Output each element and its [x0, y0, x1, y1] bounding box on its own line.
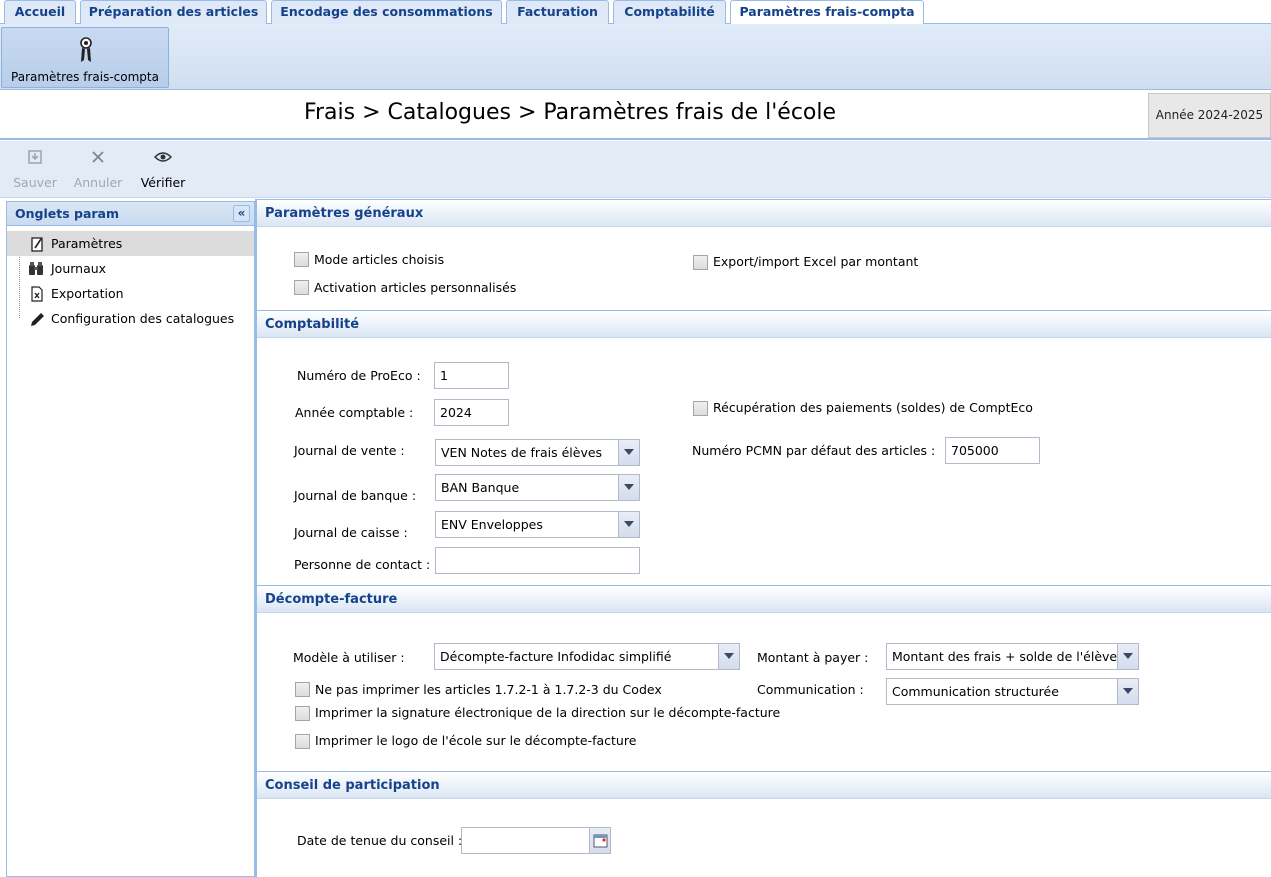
- onglets-param-panel: Onglets param « Paramètres Journaux Expo…: [6, 201, 255, 877]
- signature-electronique-checkbox[interactable]: [295, 706, 310, 721]
- mode-articles-checkbox[interactable]: [294, 252, 309, 267]
- recuperation-paiements-label: Récupération des paiements (soldes) de C…: [713, 400, 1033, 415]
- panel-header: Onglets param «: [7, 202, 254, 226]
- tree-item-parametres[interactable]: Paramètres: [7, 231, 254, 256]
- section-header-conseil: Conseil de participation: [257, 771, 1271, 799]
- verify-label: Vérifier: [140, 175, 186, 190]
- modele-value: Décompte-facture Infodidac simplifié: [440, 649, 672, 664]
- tree-item-label: Exportation: [51, 286, 124, 301]
- save-button[interactable]: Sauver: [10, 145, 60, 190]
- ribbon-button-label: Paramètres frais-compta: [11, 70, 159, 84]
- excel-export-icon: [31, 286, 43, 302]
- title-bar: Frais > Catalogues > Paramètres frais de…: [0, 91, 1271, 140]
- date-conseil-input[interactable]: [461, 827, 611, 854]
- montant-payer-select[interactable]: Montant des frais + solde de l'élève: [886, 643, 1139, 670]
- journal-banque-label: Journal de banque :: [294, 488, 417, 503]
- tab-accueil[interactable]: Accueil: [4, 0, 76, 24]
- annee-comptable-label: Année comptable :: [295, 405, 414, 420]
- activation-articles-label: Activation articles personnalisés: [314, 280, 517, 295]
- ne-pas-imprimer-label: Ne pas imprimer les articles 1.7.2-1 à 1…: [315, 682, 662, 697]
- tab-comptabilite[interactable]: Comptabilité: [613, 0, 726, 24]
- close-icon: [92, 151, 104, 163]
- proeco-input[interactable]: 1: [434, 362, 509, 389]
- tree-item-label: Paramètres: [51, 236, 123, 251]
- pcmn-input[interactable]: 705000: [945, 437, 1040, 464]
- ribbon: Paramètres frais-compta: [0, 24, 1271, 90]
- modele-label: Modèle à utiliser :: [293, 650, 405, 665]
- date-picker-button[interactable]: [589, 828, 610, 853]
- panel-title: Onglets param: [15, 206, 120, 221]
- logo-ecole-checkbox[interactable]: [295, 734, 310, 749]
- edit-document-icon: [31, 237, 43, 252]
- parametres-frais-compta-button[interactable]: Paramètres frais-compta: [1, 27, 169, 88]
- tab-preparation-articles[interactable]: Préparation des articles: [80, 0, 267, 24]
- tree-item-journaux[interactable]: Journaux: [7, 256, 254, 281]
- chevron-down-icon[interactable]: [1117, 644, 1138, 669]
- breadcrumb: Frais > Catalogues > Paramètres frais de…: [303, 100, 837, 125]
- calendar-icon: [593, 834, 608, 848]
- communication-select[interactable]: Communication structurée: [886, 678, 1139, 705]
- chevron-down-icon[interactable]: [618, 440, 639, 465]
- chevron-down-icon[interactable]: [618, 475, 639, 500]
- personne-contact-input[interactable]: [435, 547, 640, 574]
- journal-caisse-select[interactable]: ENV Enveloppes: [435, 511, 640, 538]
- double-chevron-left-icon: «: [237, 206, 246, 220]
- chevron-down-icon[interactable]: [618, 512, 639, 537]
- tab-bar: Accueil Préparation des articles Encodag…: [0, 0, 1271, 25]
- recuperation-paiements-checkbox[interactable]: [693, 401, 708, 416]
- journal-banque-select[interactable]: BAN Banque: [435, 474, 640, 501]
- main-form: Paramètres généraux Mode articles choisi…: [255, 199, 1271, 877]
- verify-button[interactable]: Vérifier: [138, 145, 188, 190]
- tree-item-configuration-catalogues[interactable]: Configuration des catalogues: [7, 306, 254, 331]
- journal-banque-value: BAN Banque: [441, 480, 520, 495]
- section-header-general: Paramètres généraux: [257, 199, 1271, 227]
- montant-payer-value: Montant des frais + solde de l'élève: [892, 649, 1118, 664]
- journal-caisse-value: ENV Enveloppes: [441, 517, 543, 532]
- tree-item-label: Configuration des catalogues: [51, 311, 235, 326]
- chevron-down-icon[interactable]: [1117, 679, 1138, 704]
- school-year-badge[interactable]: Année 2024-2025: [1148, 93, 1271, 138]
- cancel-label: Annuler: [73, 175, 123, 190]
- eye-icon: [154, 152, 172, 162]
- pcmn-label: Numéro PCMN par défaut des articles :: [692, 443, 936, 458]
- mode-articles-label: Mode articles choisis: [314, 252, 445, 267]
- tab-parametres-frais-compta[interactable]: Paramètres frais-compta: [730, 0, 924, 25]
- section-header-decompte: Décompte-facture: [257, 585, 1271, 613]
- proeco-label: Numéro de ProEco :: [297, 368, 421, 383]
- journal-vente-value: VEN Notes de frais élèves: [441, 445, 603, 460]
- settings-badge-icon: [80, 37, 92, 62]
- annee-comptable-input[interactable]: 2024: [434, 399, 509, 426]
- save-label: Sauver: [13, 175, 57, 190]
- binoculars-icon: [29, 262, 43, 275]
- journal-vente-select[interactable]: VEN Notes de frais élèves: [435, 439, 640, 466]
- logo-ecole-label: Imprimer le logo de l'école sur le décom…: [315, 733, 637, 748]
- section-header-comptabilite: Comptabilité: [257, 310, 1271, 338]
- date-conseil-label: Date de tenue du conseil :: [297, 833, 463, 848]
- toolbar: Sauver Annuler Vérifier: [0, 141, 1271, 198]
- signature-electronique-label: Imprimer la signature électronique de la…: [315, 705, 781, 720]
- export-excel-label: Export/import Excel par montant: [713, 254, 919, 269]
- ne-pas-imprimer-checkbox[interactable]: [295, 682, 310, 697]
- cancel-button[interactable]: Annuler: [70, 145, 126, 190]
- export-excel-checkbox[interactable]: [693, 255, 708, 270]
- tab-facturation[interactable]: Facturation: [506, 0, 609, 24]
- personne-contact-label: Personne de contact :: [294, 557, 431, 572]
- montant-payer-label: Montant à payer :: [757, 650, 869, 665]
- tab-encodage-consommations[interactable]: Encodage des consommations: [271, 0, 502, 24]
- pencil-icon: [31, 313, 44, 326]
- communication-label: Communication :: [757, 682, 864, 697]
- tree-item-label: Journaux: [51, 261, 107, 276]
- chevron-down-icon[interactable]: [718, 644, 739, 669]
- save-icon: [28, 150, 42, 164]
- activation-articles-checkbox[interactable]: [294, 280, 309, 295]
- modele-select[interactable]: Décompte-facture Infodidac simplifié: [434, 643, 740, 670]
- collapse-panel-button[interactable]: «: [233, 205, 250, 222]
- journal-caisse-label: Journal de caisse :: [294, 525, 408, 540]
- journal-vente-label: Journal de vente :: [294, 443, 405, 458]
- tree-item-exportation[interactable]: Exportation: [7, 281, 254, 306]
- communication-value: Communication structurée: [892, 684, 1059, 699]
